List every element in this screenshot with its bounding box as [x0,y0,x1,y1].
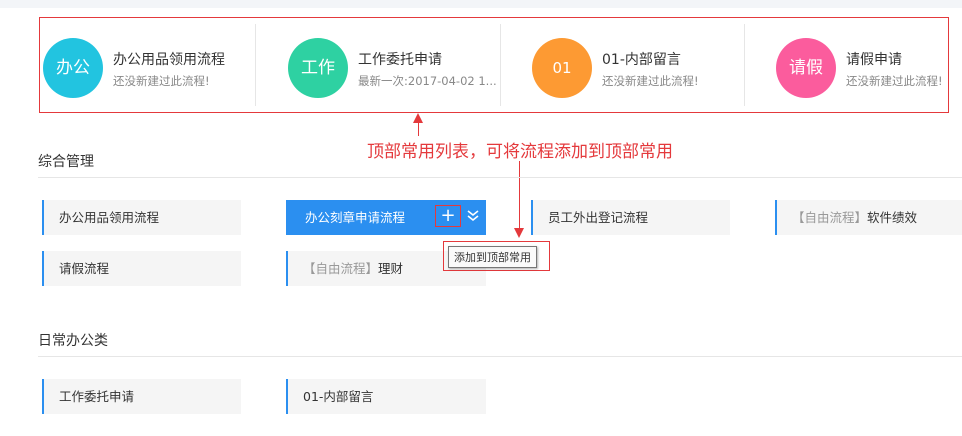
favorite-subtitle: 还没新建过此流程! [846,74,943,88]
section-title: 综合管理 [38,154,94,170]
flow-item[interactable]: 员工外出登记流程 [531,200,730,235]
favorite-leave-request[interactable]: 请假 请假申请 还没新建过此流程! [773,18,948,112]
divider [744,24,745,106]
section-title: 日常办公类 [38,333,108,349]
favorite-office-supplies[interactable]: 办公 办公用品领用流程 还没新建过此流程! [40,18,255,112]
divider [255,24,256,106]
favorite-subtitle: 还没新建过此流程! [602,74,699,88]
annotation-line [418,122,419,136]
favorites-list: 办公 办公用品领用流程 还没新建过此流程! 工作 工作委托申请 最新一次:201… [39,17,949,113]
section-divider [38,177,962,178]
flow-label: 办公用品领用流程 [59,210,160,225]
tooltip: 添加到顶部常用 [448,246,537,268]
favorite-title: 办公用品领用流程 [113,52,225,68]
favorite-title: 工作委托申请 [358,52,442,68]
favorite-icon: 请假 [776,38,836,98]
add-to-favorites-button[interactable]: + [435,205,461,227]
top-strip [0,0,962,8]
flow-item[interactable]: 01-内部留言 [286,379,486,414]
favorite-title: 01-内部留言 [602,52,681,68]
flow-label: 理财 [378,261,404,276]
flow-label: 01-内部留言 [303,389,374,404]
favorite-icon: 办公 [43,38,103,98]
divider [500,24,501,106]
favorite-icon: 01 [532,38,592,98]
favorite-subtitle: 还没新建过此流程! [113,74,210,88]
favorite-title: 请假申请 [846,52,902,68]
favorite-internal-message[interactable]: 01 01-内部留言 还没新建过此流程! [529,18,744,112]
annotation-text: 顶部常用列表，可将流程添加到顶部常用 [367,142,673,162]
annotation-line [519,161,520,229]
favorite-subtitle: 最新一次:2017-04-02 1... [358,74,497,88]
flow-label: 员工外出登记流程 [548,210,649,225]
flow-item[interactable]: 请假流程 [42,251,241,286]
favorite-work-delegation[interactable]: 工作 工作委托申请 最新一次:2017-04-02 1... [285,18,500,112]
flow-item[interactable]: 办公用品领用流程 [42,200,241,235]
flow-tag: 【自由流程】 [303,261,379,276]
flow-tag: 【自由流程】 [792,210,868,225]
flow-label: 软件绩效 [867,210,918,225]
flow-label: 请假流程 [59,261,110,276]
section-divider [38,356,962,357]
flow-item[interactable]: 【自由流程】软件绩效 [775,200,962,235]
flow-label: 办公刻章申请流程 [305,210,406,225]
chevron-double-down-icon[interactable] [466,209,480,223]
flow-item[interactable]: 工作委托申请 [42,379,241,414]
flow-label: 工作委托申请 [59,389,135,404]
favorite-icon: 工作 [288,38,348,98]
annotation-arrow-down-icon [514,228,524,238]
